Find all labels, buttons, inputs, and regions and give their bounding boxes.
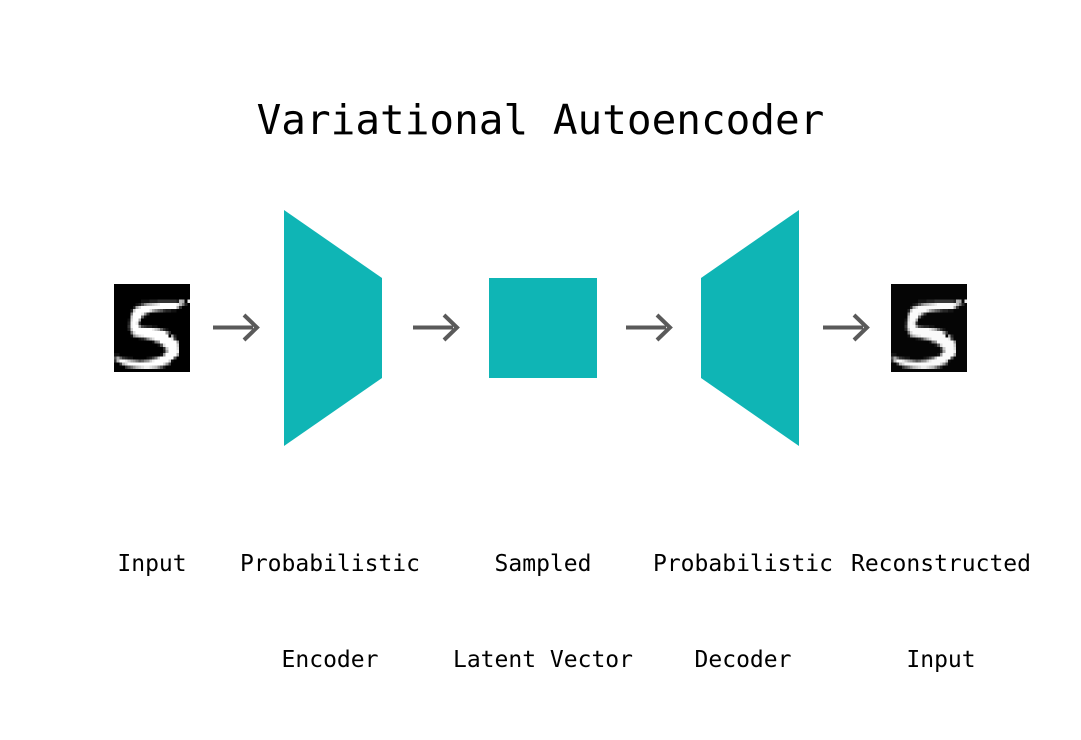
caption-row: Input Probabilistic Encoder Sampled Late…	[0, 484, 1081, 673]
arrow-right-icon	[823, 313, 870, 342]
caption-encoder: Probabilistic Encoder	[220, 484, 440, 740]
latent-vector-node	[489, 200, 597, 456]
caption-decoder-line-2: Decoder	[694, 647, 792, 673]
caption-latent-line-1: Sampled	[494, 551, 592, 577]
mnist-digit-five-canvas	[891, 284, 967, 372]
caption-input-line-1: Input	[117, 551, 187, 577]
caption-encoder-line-1: Probabilistic	[239, 551, 420, 577]
arrow-encoder-to-latent	[412, 310, 462, 346]
encoder-trapezoid-shape	[284, 210, 382, 446]
input-digit-image	[114, 284, 190, 372]
caption-latent-line-2: Latent Vector	[452, 647, 633, 673]
decoder-trapezoid-shape	[701, 210, 799, 446]
caption-decoder: Probabilistic Decoder	[633, 484, 853, 740]
decoder-node	[701, 200, 799, 456]
caption-latent: Sampled Latent Vector	[443, 484, 643, 740]
page-title: Variational Autoencoder	[256, 96, 825, 144]
mnist-digit-five-canvas	[114, 284, 190, 372]
arrow-right-icon	[626, 313, 673, 342]
caption-reconstructed: Reconstructed Input	[845, 484, 1037, 740]
arrow-right-icon	[413, 313, 460, 342]
caption-reconstructed-line-1: Reconstructed	[850, 551, 1031, 577]
arrow-latent-to-decoder	[625, 310, 675, 346]
output-image-node	[891, 200, 967, 456]
reconstructed-digit-image	[891, 284, 967, 372]
diagram-canvas: Variational Autoencoder Input Probabilis…	[0, 0, 1081, 721]
caption-input: Input	[72, 484, 232, 644]
latent-square-shape	[489, 278, 597, 378]
caption-encoder-line-2: Encoder	[281, 647, 379, 673]
arrow-input-to-encoder	[212, 310, 262, 346]
arrow-decoder-to-output	[822, 310, 872, 346]
encoder-node	[284, 200, 382, 456]
caption-decoder-line-1: Probabilistic	[652, 551, 833, 577]
arrow-right-icon	[213, 313, 260, 342]
caption-reconstructed-line-2: Input	[906, 647, 976, 673]
pipeline-row	[0, 200, 1081, 456]
input-image-node	[114, 200, 190, 456]
